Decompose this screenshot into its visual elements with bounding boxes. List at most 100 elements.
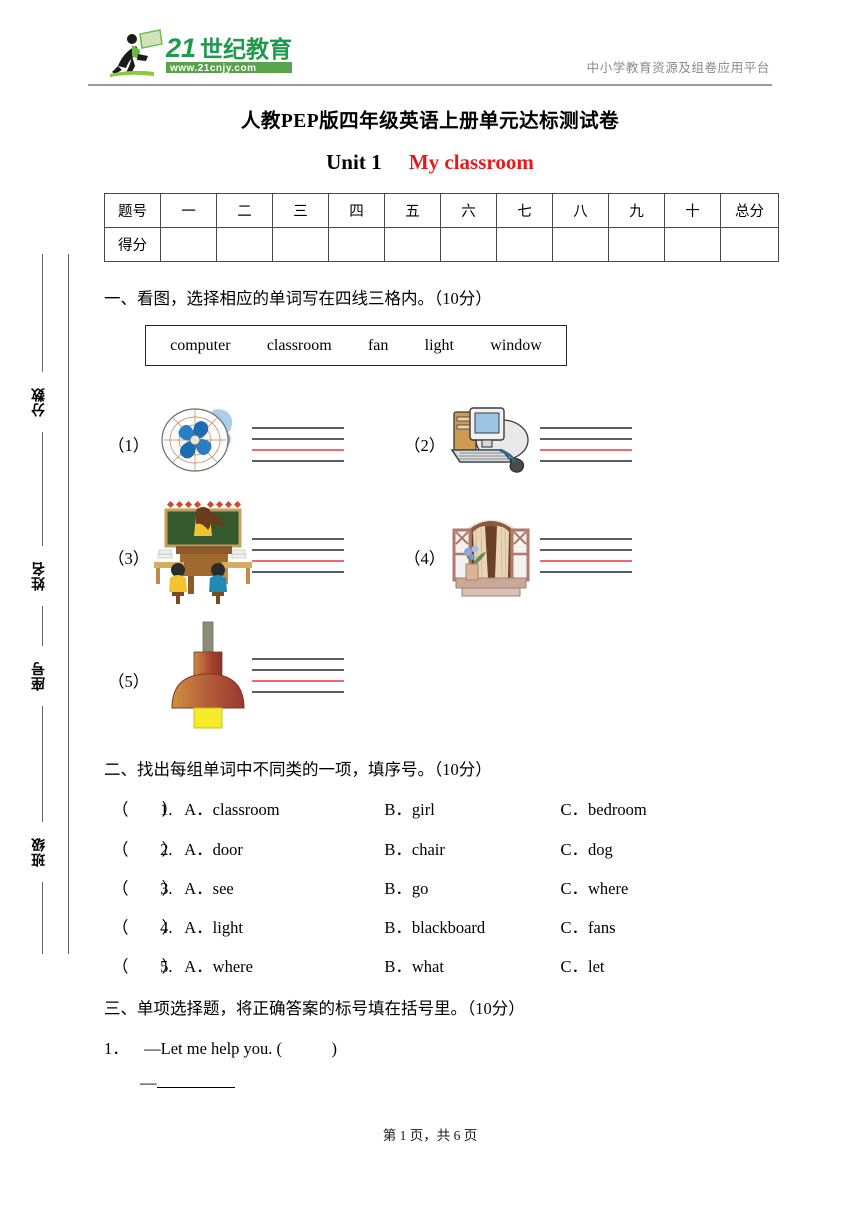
unit-number: Unit 1: [326, 150, 382, 174]
word-bank-item-fan: fan: [367, 336, 389, 354]
mc-item-2: （ ） 2. A．door B．chair C．dog: [112, 836, 613, 860]
light-icon: [162, 620, 254, 730]
mc-item-2-option-a[interactable]: A．door: [184, 836, 380, 860]
mc-item-2-option-b[interactable]: B．chair: [384, 836, 556, 860]
mc-item-4-option-b[interactable]: B．blackboard: [384, 914, 556, 938]
score-cell-9[interactable]: [608, 227, 665, 262]
window-icon: [440, 502, 542, 602]
row-label-score: 得分: [104, 227, 161, 262]
mc-item-3-answer-box[interactable]: （ ）: [112, 875, 178, 899]
picture-item-1-number: （1）: [108, 436, 150, 455]
score-cell-3[interactable]: [272, 227, 329, 262]
mc-item-5-option-c[interactable]: C．let: [561, 953, 605, 977]
mc-item-2-option-c[interactable]: C．dog: [561, 836, 613, 860]
page-title: 人教PEP版四年级英语上册单元达标测试卷: [240, 111, 620, 132]
word-bank-item-window: window: [490, 336, 542, 354]
fan-icon: [155, 398, 247, 476]
mc-item-3: （ ） 3. A．see B．go C．where: [112, 875, 628, 899]
col-header-5: 五: [384, 193, 441, 228]
mc-item-3-option-a[interactable]: A．see: [184, 875, 380, 899]
section-3-item-1-prompt[interactable]: —Let me help you. ( ): [144, 1039, 337, 1058]
mc-item-1-option-c[interactable]: C．bedroom: [561, 796, 647, 820]
section-3-item-1-dash: —: [140, 1073, 157, 1092]
mc-item-4: （ ） 4. A．light B．blackboard C．fans: [112, 914, 616, 938]
score-cell-5[interactable]: [384, 227, 441, 262]
col-header-2: 二: [216, 193, 273, 228]
score-cell-1[interactable]: [160, 227, 217, 262]
word-bank: computer classroom fan light window: [145, 325, 567, 366]
band-seg-2: [42, 432, 43, 546]
header-divider: [88, 84, 772, 86]
writing-grid-1[interactable]: [252, 427, 344, 465]
unit-title: Unit 1 My classroom: [0, 150, 860, 175]
score-cell-7[interactable]: [496, 227, 553, 262]
page-footer: 第 1 页，共 6 页: [382, 1128, 478, 1143]
mc-item-5-option-b[interactable]: B．what: [384, 953, 556, 977]
computer-icon: [440, 400, 536, 478]
svg-text:www.21cnjy.com: www.21cnjy.com: [169, 63, 256, 74]
band-label-score: 分数: [32, 387, 47, 417]
score-cell-4[interactable]: [328, 227, 385, 262]
word-bank-item-light: light: [424, 336, 454, 354]
band-seg-5: [42, 882, 43, 954]
svg-text:21: 21: [165, 33, 196, 63]
score-cell-10[interactable]: [664, 227, 721, 262]
mc-item-4-answer-box[interactable]: （ ）: [112, 914, 178, 938]
col-header-total: 总分: [720, 193, 779, 228]
score-cell-total[interactable]: [720, 227, 779, 262]
mc-item-5: （ ） 5. A．where B．what C．let: [112, 953, 605, 977]
band-label-seat: 座号: [32, 661, 47, 691]
col-header-10: 十: [664, 193, 721, 228]
mc-item-2-answer-box[interactable]: （ ）: [112, 836, 178, 860]
col-header-3: 三: [272, 193, 329, 228]
score-cell-8[interactable]: [552, 227, 609, 262]
page-header: 21 世纪教育 www.21cnjy.com 中小学教育资源及组卷应用平台: [0, 0, 860, 92]
mc-item-1-answer-box[interactable]: （ ）: [112, 796, 178, 820]
col-header-4: 四: [328, 193, 385, 228]
writing-grid-5[interactable]: [252, 658, 344, 696]
section-2-heading: 二、找出每组单词中不同类的一项，填序号。（10分）: [104, 760, 492, 779]
mc-item-3-option-c[interactable]: C．where: [561, 875, 629, 899]
mc-item-3-index: 3.: [160, 879, 173, 898]
writing-grid-3[interactable]: [252, 538, 344, 576]
mc-item-1: （ ） 1. A．classroom B．girl C．bedroom: [112, 796, 647, 820]
col-header-8: 八: [552, 193, 609, 228]
band-outer-line: [68, 254, 69, 954]
section-3-item-1-number: 1．: [104, 1039, 129, 1058]
mc-item-5-option-a[interactable]: A．where: [184, 953, 380, 977]
writing-grid-2[interactable]: [540, 427, 632, 465]
section-3-heading: 三、单项选择题，将正确答案的标号填在括号里。（10分）: [104, 999, 525, 1018]
col-header-6: 六: [440, 193, 497, 228]
band-seg-1: [42, 254, 43, 372]
svg-text:世纪教育: 世纪教育: [200, 36, 292, 62]
classroom-icon: [152, 500, 252, 605]
section-3-item-1-blank[interactable]: [156, 1072, 235, 1088]
table-row-question-numbers: 题号 一 二 三 四 五 六 七 八 九 十 总分: [104, 193, 779, 228]
student-info-band: 分数 姓名 座号 班级: [18, 254, 80, 954]
band-label-name: 姓名: [32, 561, 47, 591]
col-header-1: 一: [160, 193, 217, 228]
score-cell-2[interactable]: [216, 227, 273, 262]
unit-name: My classroom: [408, 150, 534, 174]
mc-item-3-option-b[interactable]: B．go: [384, 875, 556, 899]
band-seg-3: [42, 606, 43, 646]
mc-item-5-answer-box[interactable]: （ ）: [112, 953, 178, 977]
score-cell-6[interactable]: [440, 227, 497, 262]
writing-grid-4[interactable]: [540, 538, 632, 576]
site-logo: 21 世纪教育 www.21cnjy.com: [88, 26, 320, 78]
mc-item-1-option-b[interactable]: B．girl: [384, 796, 556, 820]
mc-item-1-option-a[interactable]: A．classroom: [184, 796, 380, 820]
word-bank-item-computer: computer: [170, 336, 231, 354]
col-header-9: 九: [608, 193, 665, 228]
logo-21cnjy-icon: 21 世纪教育 www.21cnjy.com: [110, 29, 292, 77]
section-1-heading: 一、看图，选择相应的单词写在四线三格内。（10分）: [104, 289, 492, 308]
mc-item-2-index: 2.: [160, 840, 173, 859]
section-3-item-1: 1． —Let me help you. ( ): [104, 1035, 337, 1059]
band-seg-4: [42, 706, 43, 822]
mc-item-4-option-a[interactable]: A．light: [184, 914, 380, 938]
picture-item-3-number: （3）: [108, 549, 150, 568]
row-label-question: 题号: [104, 193, 161, 228]
section-3-item-1-answer: —: [140, 1072, 235, 1093]
mc-item-5-index: 5.: [160, 957, 173, 976]
mc-item-4-option-c[interactable]: C．fans: [561, 914, 616, 938]
